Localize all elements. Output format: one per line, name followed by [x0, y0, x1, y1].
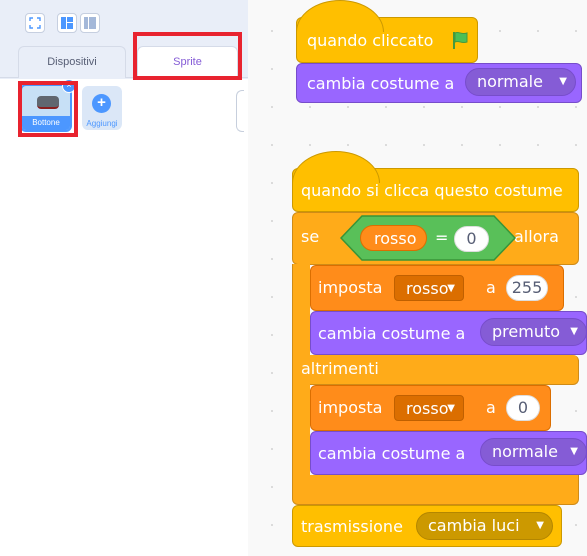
block-label: cambia costume a: [318, 444, 466, 463]
dropdown-arrow-icon: ▼: [536, 520, 544, 531]
condition-value-input[interactable]: 0: [454, 226, 489, 252]
block-label: trasmissione: [301, 517, 403, 536]
dropdown-arrow-icon: ▼: [570, 326, 578, 337]
when-this-sprite-clicked-block[interactable]: quando si clicca questo costume: [292, 151, 579, 212]
scripts-layer: quando cliccato cambia costume a normale…: [0, 0, 587, 556]
block-label: cambia costume a: [318, 324, 466, 343]
dropdown-arrow-icon: ▼: [559, 76, 567, 87]
to-label: a: [486, 278, 496, 297]
block-label: cambia costume a: [307, 74, 455, 93]
variable-dropdown[interactable]: rosso ▼: [394, 275, 464, 301]
dropdown-value: rosso: [406, 399, 449, 418]
then-label: allora: [514, 227, 559, 246]
block-label: quando cliccato: [307, 31, 434, 50]
rosso-variable-reporter[interactable]: rosso: [360, 225, 427, 251]
green-flag-icon: [453, 31, 468, 49]
if-else-arm: [292, 264, 310, 364]
set-value-input[interactable]: 255: [506, 275, 548, 301]
broadcast-message-dropdown[interactable]: cambia luci ▼: [416, 512, 553, 540]
costume-dropdown[interactable]: premuto ▼: [480, 318, 587, 346]
when-flag-clicked-block[interactable]: quando cliccato: [296, 0, 478, 63]
else-section: altrimenti: [292, 355, 579, 385]
costume-dropdown[interactable]: normale ▼: [465, 68, 576, 96]
dropdown-value: premuto: [492, 322, 561, 341]
else-label: altrimenti: [301, 359, 379, 378]
dropdown-arrow-icon: ▼: [447, 403, 455, 414]
set-value-input[interactable]: 0: [506, 395, 540, 421]
if-label: se: [301, 227, 320, 246]
dropdown-arrow-icon: ▼: [570, 446, 578, 457]
dropdown-value: normale: [492, 442, 558, 461]
dropdown-arrow-icon: ▼: [447, 283, 455, 294]
block-label: quando si clicca questo costume: [301, 181, 563, 200]
block-label: imposta: [318, 278, 383, 297]
if-else-bottom: [292, 475, 579, 505]
block-label: imposta: [318, 398, 383, 417]
dropdown-value: rosso: [406, 279, 449, 298]
dropdown-value: cambia luci: [428, 516, 520, 535]
costume-dropdown[interactable]: normale ▼: [480, 438, 587, 466]
variable-name: rosso: [374, 229, 417, 248]
equals-operator: =: [435, 228, 449, 247]
dropdown-value: normale: [477, 72, 543, 91]
variable-dropdown[interactable]: rosso ▼: [394, 395, 464, 421]
to-label: a: [486, 398, 496, 417]
else-arm: [292, 384, 310, 484]
